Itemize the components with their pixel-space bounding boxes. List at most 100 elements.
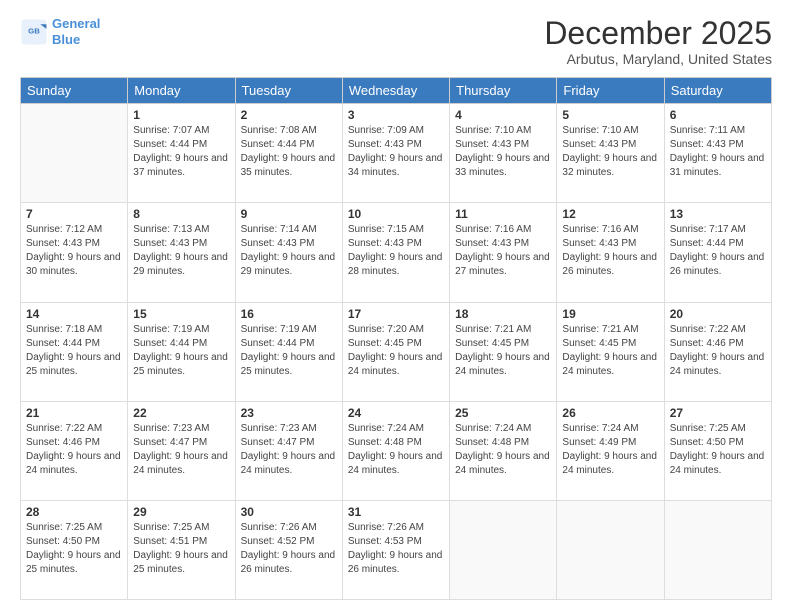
week-row-3: 21Sunrise: 7:22 AM Sunset: 4:46 PM Dayli… [21,401,772,500]
day-detail: Sunrise: 7:19 AM Sunset: 4:44 PM Dayligh… [241,323,337,379]
day-number: 31 [348,505,444,519]
calendar-cell: 21Sunrise: 7:22 AM Sunset: 4:46 PM Dayli… [21,401,128,500]
calendar-cell: 8 Sunrise: 7:13 AM Sunset: 4:43 PM Daylig… [128,203,235,302]
day-number: 17 [348,307,444,321]
day-number: 30 [241,505,337,519]
calendar-cell: 2 Sunrise: 7:08 AM Sunset: 4:44 PM Daylig… [235,104,342,203]
col-thursday: Thursday [450,78,557,104]
calendar-cell: 9 Sunrise: 7:14 AM Sunset: 4:43 PM Daylig… [235,203,342,302]
week-row-4: 28Sunrise: 7:25 AM Sunset: 4:50 PM Dayli… [21,500,772,599]
day-detail: Sunrise: 7:26 AM Sunset: 4:53 PM Dayligh… [348,521,444,577]
calendar-cell: 4 Sunrise: 7:10 AM Sunset: 4:43 PM Daylig… [450,104,557,203]
calendar-cell: 30 Sunrise: 7:26 AM Sunset: 4:52 PM Dayli… [235,500,342,599]
calendar-cell: 27 Sunrise: 7:25 AM Sunset: 4:50 PM Dayli… [664,401,771,500]
calendar-cell: 15 Sunrise: 7:19 AM Sunset: 4:44 PM Dayli… [128,302,235,401]
day-detail: Sunrise: 7:17 AM Sunset: 4:44 PM Dayligh… [670,223,766,279]
day-number: 14 [26,307,122,321]
day-number: 4 [455,108,551,122]
day-detail: Sunrise: 7:24 AM Sunset: 4:48 PM Dayligh… [455,422,551,478]
day-number: 9 [241,207,337,221]
calendar-cell [557,500,664,599]
day-number: 28 [26,505,122,519]
calendar-cell: 10Sunrise: 7:15 AM Sunset: 4:43 PM Dayli… [342,203,449,302]
day-detail: Sunrise: 7:24 AM Sunset: 4:48 PM Dayligh… [348,422,444,478]
calendar-cell: 7Sunrise: 7:12 AM Sunset: 4:43 PM Daylig… [21,203,128,302]
calendar-cell: 25 Sunrise: 7:24 AM Sunset: 4:48 PM Dayli… [450,401,557,500]
day-number: 5 [562,108,658,122]
day-detail: Sunrise: 7:16 AM Sunset: 4:43 PM Dayligh… [562,223,658,279]
day-detail: Sunrise: 7:23 AM Sunset: 4:47 PM Dayligh… [133,422,229,478]
day-number: 27 [670,406,766,420]
calendar-cell: 6Sunrise: 7:11 AM Sunset: 4:43 PM Daylig… [664,104,771,203]
day-detail: Sunrise: 7:12 AM Sunset: 4:43 PM Dayligh… [26,223,122,279]
day-detail: Sunrise: 7:22 AM Sunset: 4:46 PM Dayligh… [26,422,122,478]
svg-text:GB: GB [28,26,40,35]
day-detail: Sunrise: 7:15 AM Sunset: 4:43 PM Dayligh… [348,223,444,279]
calendar-cell: 13 Sunrise: 7:17 AM Sunset: 4:44 PM Dayli… [664,203,771,302]
day-detail: Sunrise: 7:20 AM Sunset: 4:45 PM Dayligh… [348,323,444,379]
week-row-0: 1Sunrise: 7:07 AM Sunset: 4:44 PM Daylig… [21,104,772,203]
day-detail: Sunrise: 7:26 AM Sunset: 4:52 PM Dayligh… [241,521,337,577]
main-title: December 2025 [544,16,772,51]
calendar-cell: 20Sunrise: 7:22 AM Sunset: 4:46 PM Dayli… [664,302,771,401]
calendar-cell: 29Sunrise: 7:25 AM Sunset: 4:51 PM Dayli… [128,500,235,599]
calendar-cell: 26 Sunrise: 7:24 AM Sunset: 4:49 PM Dayli… [557,401,664,500]
day-detail: Sunrise: 7:21 AM Sunset: 4:45 PM Dayligh… [562,323,658,379]
week-row-1: 7Sunrise: 7:12 AM Sunset: 4:43 PM Daylig… [21,203,772,302]
day-number: 22 [133,406,229,420]
calendar-header-row: Sunday Monday Tuesday Wednesday Thursday… [21,78,772,104]
day-number: 13 [670,207,766,221]
calendar-cell: 11 Sunrise: 7:16 AM Sunset: 4:43 PM Dayli… [450,203,557,302]
day-number: 11 [455,207,551,221]
day-detail: Sunrise: 7:25 AM Sunset: 4:51 PM Dayligh… [133,521,229,577]
day-number: 2 [241,108,337,122]
day-number: 26 [562,406,658,420]
day-number: 16 [241,307,337,321]
day-number: 15 [133,307,229,321]
col-wednesday: Wednesday [342,78,449,104]
day-number: 18 [455,307,551,321]
day-detail: Sunrise: 7:14 AM Sunset: 4:43 PM Dayligh… [241,223,337,279]
calendar-cell: 31 Sunrise: 7:26 AM Sunset: 4:53 PM Dayli… [342,500,449,599]
calendar-table: Sunday Monday Tuesday Wednesday Thursday… [20,77,772,600]
day-number: 20 [670,307,766,321]
day-number: 8 [133,207,229,221]
col-friday: Friday [557,78,664,104]
calendar-cell: 5Sunrise: 7:10 AM Sunset: 4:43 PM Daylig… [557,104,664,203]
title-block: December 2025 Arbutus, Maryland, United … [544,16,772,67]
calendar-cell: 14 Sunrise: 7:18 AM Sunset: 4:44 PM Dayli… [21,302,128,401]
calendar-cell: 1Sunrise: 7:07 AM Sunset: 4:44 PM Daylig… [128,104,235,203]
day-detail: Sunrise: 7:11 AM Sunset: 4:43 PM Dayligh… [670,124,766,180]
day-detail: Sunrise: 7:13 AM Sunset: 4:43 PM Dayligh… [133,223,229,279]
header: GB General Blue December 2025 Arbutus, M… [20,16,772,67]
calendar-cell: 17 Sunrise: 7:20 AM Sunset: 4:45 PM Dayli… [342,302,449,401]
calendar-cell [450,500,557,599]
day-number: 24 [348,406,444,420]
subtitle: Arbutus, Maryland, United States [544,51,772,67]
day-detail: Sunrise: 7:19 AM Sunset: 4:44 PM Dayligh… [133,323,229,379]
day-number: 25 [455,406,551,420]
day-number: 1 [133,108,229,122]
day-detail: Sunrise: 7:10 AM Sunset: 4:43 PM Dayligh… [455,124,551,180]
day-number: 19 [562,307,658,321]
day-detail: Sunrise: 7:23 AM Sunset: 4:47 PM Dayligh… [241,422,337,478]
logo-text: General Blue [52,16,100,47]
day-detail: Sunrise: 7:24 AM Sunset: 4:49 PM Dayligh… [562,422,658,478]
calendar-cell: 19 Sunrise: 7:21 AM Sunset: 4:45 PM Dayli… [557,302,664,401]
day-detail: Sunrise: 7:08 AM Sunset: 4:44 PM Dayligh… [241,124,337,180]
col-monday: Monday [128,78,235,104]
day-detail: Sunrise: 7:25 AM Sunset: 4:50 PM Dayligh… [670,422,766,478]
day-detail: Sunrise: 7:09 AM Sunset: 4:43 PM Dayligh… [348,124,444,180]
calendar-cell: 16 Sunrise: 7:19 AM Sunset: 4:44 PM Dayli… [235,302,342,401]
calendar-cell: 28Sunrise: 7:25 AM Sunset: 4:50 PM Dayli… [21,500,128,599]
day-detail: Sunrise: 7:18 AM Sunset: 4:44 PM Dayligh… [26,323,122,379]
calendar-cell: 3Sunrise: 7:09 AM Sunset: 4:43 PM Daylig… [342,104,449,203]
calendar-cell [21,104,128,203]
col-sunday: Sunday [21,78,128,104]
calendar-cell: 18 Sunrise: 7:21 AM Sunset: 4:45 PM Dayli… [450,302,557,401]
day-number: 12 [562,207,658,221]
logo-line1: General [52,16,100,31]
day-detail: Sunrise: 7:16 AM Sunset: 4:43 PM Dayligh… [455,223,551,279]
day-number: 23 [241,406,337,420]
day-detail: Sunrise: 7:21 AM Sunset: 4:45 PM Dayligh… [455,323,551,379]
